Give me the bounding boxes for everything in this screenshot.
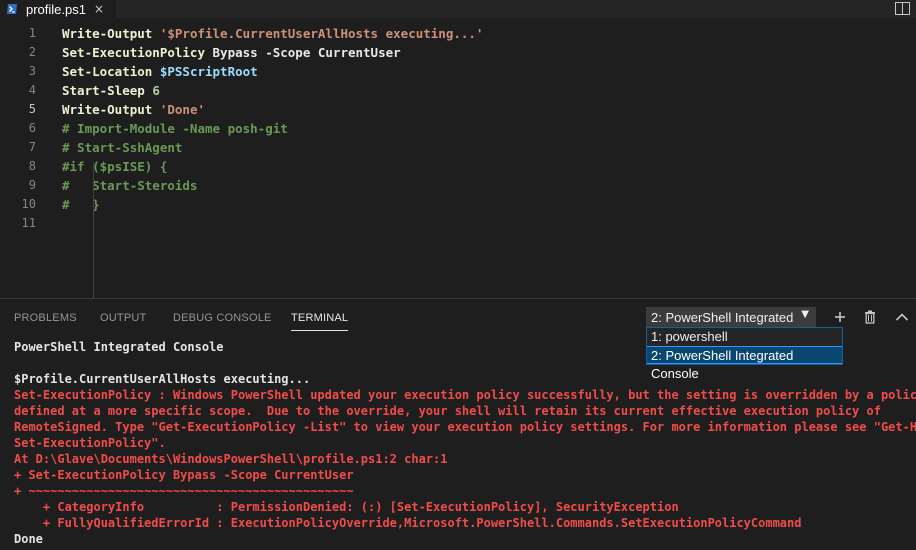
code-token: # Start-SshAgent xyxy=(62,140,183,155)
code-line[interactable]: 3 Set-Location $PSScriptRoot xyxy=(0,62,916,81)
bottom-panel: PROBLEMS OUTPUT DEBUG CONSOLE TERMINAL 2… xyxy=(0,298,916,550)
line-code: #if ($psISE) { xyxy=(62,157,167,176)
code-token: '$Profile.CurrentUserAllHosts executing.… xyxy=(159,26,484,41)
indent-guide xyxy=(93,162,94,298)
tab-profile-ps1[interactable]: profile.ps1 × xyxy=(0,0,116,18)
plus-icon[interactable] xyxy=(832,309,848,325)
code-token: # Import-Module -Name posh-git xyxy=(62,121,288,136)
terminal-line: At D:\Glave\Documents\WindowsPowerShell\… xyxy=(14,452,448,466)
line-number: 8 xyxy=(28,159,36,173)
code-token: Start-Sleep xyxy=(62,83,153,98)
line-code: # Start-Steroids xyxy=(62,176,197,195)
line-number: 11 xyxy=(21,216,36,230)
code-line[interactable]: 6 # Import-Module -Name posh-git xyxy=(0,119,916,138)
terminal-select-value: 2: PowerShell Integrated xyxy=(651,309,794,325)
chevron-up-icon[interactable] xyxy=(894,309,910,325)
dropdown-option-integrated-console[interactable]: 2: PowerShell Integrated Console xyxy=(647,346,842,381)
tab-terminal[interactable]: TERMINAL xyxy=(291,312,349,331)
code-token: Set-Location xyxy=(62,64,160,79)
line-code: Start-Sleep 6 xyxy=(62,81,160,100)
line-code: # Import-Module -Name posh-git xyxy=(62,119,288,138)
powershell-icon xyxy=(7,4,17,14)
code-editor[interactable]: 1 Write-Output '$Profile.CurrentUserAllHo… xyxy=(0,18,916,298)
terminal-line: Done xyxy=(14,532,43,546)
terminal-line: + CategoryInfo : PermissionDenied: (:) [… xyxy=(14,500,679,514)
code-token: Set-ExecutionPolicy xyxy=(62,45,213,60)
terminal-select[interactable]: 2: PowerShell Integrated ▼ xyxy=(646,307,816,327)
close-icon[interactable]: × xyxy=(94,0,104,18)
code-token: Write-Output xyxy=(62,26,160,41)
terminal-output[interactable]: PowerShell Integrated Console $Profile.Cu… xyxy=(14,339,916,547)
tab-problems[interactable]: PROBLEMS xyxy=(14,312,77,324)
tab-output[interactable]: OUTPUT xyxy=(100,312,146,324)
line-code: Write-Output 'Done' xyxy=(62,100,205,119)
code-line[interactable]: 8 #if ($psISE) { xyxy=(0,157,916,176)
terminal-line: Set-ExecutionPolicy". xyxy=(14,436,166,450)
line-number: 6 xyxy=(28,121,36,135)
code-line[interactable]: 10 # } xyxy=(0,195,916,214)
code-line[interactable]: 4 Start-Sleep 6 xyxy=(0,81,916,100)
terminal-line: RemoteSigned. Type "Get-ExecutionPolicy … xyxy=(14,420,916,434)
tab-label: profile.ps1 xyxy=(26,1,86,17)
terminal-dropdown-list: 1: powershell 2: PowerShell Integrated C… xyxy=(646,327,843,381)
terminal-line: Set-ExecutionPolicy : Windows PowerShell… xyxy=(14,388,916,402)
line-number: 5 xyxy=(28,102,36,116)
code-line[interactable]: 9 # Start-Steroids xyxy=(0,176,916,195)
dropdown-option-powershell[interactable]: 1: powershell xyxy=(647,328,842,346)
line-number: 2 xyxy=(28,45,36,59)
terminal-line: + Set-ExecutionPolicy Bypass -Scope Curr… xyxy=(14,468,354,482)
line-number: 3 xyxy=(28,64,36,78)
trash-icon[interactable] xyxy=(862,309,878,325)
code-token: #if ($psISE) { xyxy=(62,159,168,174)
code-line[interactable]: 1 Write-Output '$Profile.CurrentUserAllHo… xyxy=(0,24,916,43)
terminal-line: $Profile.CurrentUserAllHosts executing..… xyxy=(14,372,311,386)
line-number: 7 xyxy=(28,140,36,154)
terminal-line: defined at a more specific scope. Due to… xyxy=(14,404,881,418)
terminal-line: + ~~~~~~~~~~~~~~~~~~~~~~~~~~~~~~~~~~~~~~… xyxy=(14,484,354,498)
line-code: # Start-SshAgent xyxy=(62,138,182,157)
chevron-down-icon: ▼ xyxy=(801,309,809,320)
code-token: $PSScriptRoot xyxy=(159,64,258,79)
line-number: 9 xyxy=(28,178,36,192)
line-code: Set-ExecutionPolicy Bypass -Scope Curren… xyxy=(62,43,401,62)
code-token: 'Done' xyxy=(159,102,205,117)
code-token: # Start-Steroids xyxy=(62,178,198,193)
code-token: Write-Output xyxy=(62,102,160,117)
line-number: 10 xyxy=(21,197,36,211)
split-editor-icon[interactable] xyxy=(895,2,910,15)
line-number: 1 xyxy=(28,26,36,40)
line-code: Set-Location $PSScriptRoot xyxy=(62,62,258,81)
line-number: 4 xyxy=(28,83,36,97)
line-code: Write-Output '$Profile.CurrentUserAllHos… xyxy=(62,24,483,43)
code-line[interactable]: 7 # Start-SshAgent xyxy=(0,138,916,157)
tab-debug-console[interactable]: DEBUG CONSOLE xyxy=(173,312,272,324)
code-token: 6 xyxy=(152,83,160,98)
code-token: Bypass -Scope CurrentUser xyxy=(212,45,401,60)
code-line[interactable]: 5 Write-Output 'Done' xyxy=(0,100,916,119)
terminal-line: + FullyQualifiedErrorId : ExecutionPolic… xyxy=(14,516,802,530)
code-line[interactable]: 2 Set-ExecutionPolicy Bypass -Scope Curre… xyxy=(0,43,916,62)
code-line[interactable]: 11 xyxy=(0,214,916,233)
editor-tab-bar: profile.ps1 × xyxy=(0,0,916,18)
